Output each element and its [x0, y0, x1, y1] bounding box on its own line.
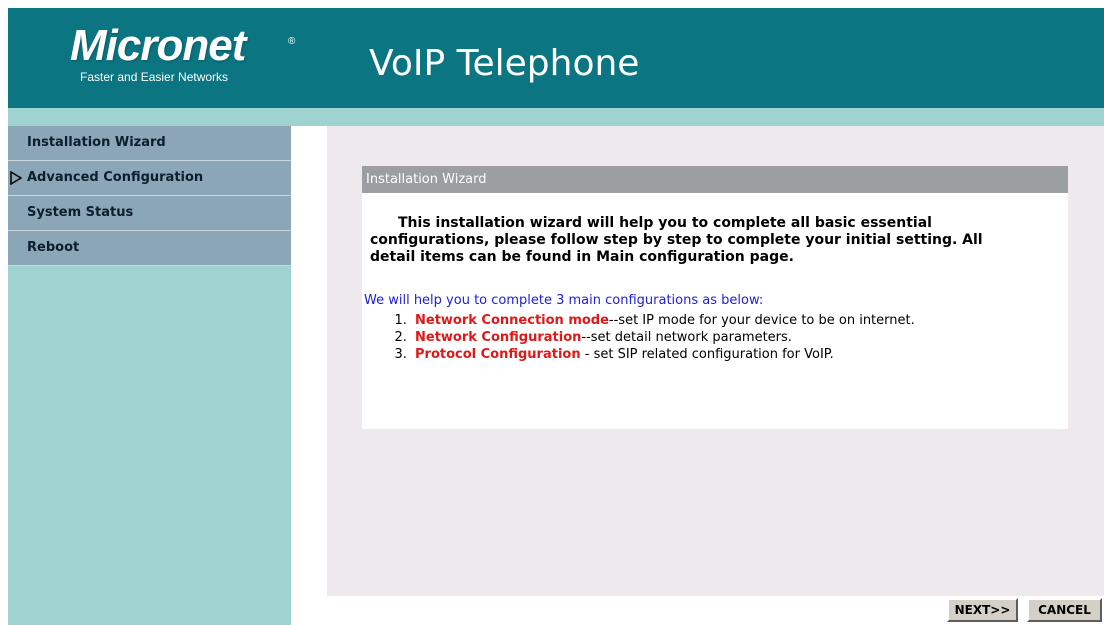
sidebar-item-installation-wizard[interactable]: Installation Wizard — [8, 126, 291, 161]
logo-registered-mark: ® — [288, 36, 296, 47]
step-name: Network Configuration — [415, 330, 582, 345]
list-item: Network Connection mode--set IP mode for… — [411, 312, 1068, 329]
step-description: --set detail network parameters. — [581, 330, 792, 345]
app-title: VoIP Telephone — [369, 43, 640, 84]
wizard-subheading: We will help you to complete 3 main conf… — [364, 293, 764, 308]
sidebar-item-label: Installation Wizard — [27, 135, 166, 150]
sidebar-item-label: Reboot — [27, 240, 80, 255]
sidebar-item-reboot[interactable]: Reboot — [8, 231, 291, 266]
header-banner: Micronet ® Faster and Easier Networks Vo… — [8, 8, 1104, 108]
sidebar-item-label: Advanced Configuration — [27, 170, 204, 185]
wizard-intro-text: This installation wizard will help you t… — [370, 215, 983, 265]
step-name: Protocol Configuration — [415, 347, 581, 362]
sidebar: Installation Wizard Advanced Configurati… — [8, 126, 291, 625]
sidebar-item-system-status[interactable]: System Status — [8, 196, 291, 231]
step-description: --set IP mode for your device to be on i… — [608, 313, 915, 328]
wizard-panel: Installation Wizard This installation wi… — [362, 166, 1068, 429]
sidebar-item-advanced-configuration[interactable]: Advanced Configuration — [8, 161, 291, 196]
sidebar-menu: Installation Wizard Advanced Configurati… — [8, 126, 291, 266]
next-button[interactable]: NEXT>> — [947, 598, 1018, 622]
list-item: Protocol Configuration - set SIP related… — [411, 346, 1068, 363]
step-description: - set SIP related configuration for VoIP… — [580, 347, 834, 362]
step-name: Network Connection mode — [415, 313, 609, 328]
panel-heading: Installation Wizard — [362, 166, 1068, 193]
micronet-logo: Micronet ® Faster and Easier Networks — [70, 21, 295, 85]
list-item: Network Configuration--set detail networ… — [411, 329, 1068, 346]
configuration-steps-list: Network Connection mode--set IP mode for… — [362, 312, 1068, 363]
logo-tagline: Faster and Easier Networks — [80, 70, 229, 84]
logo-wordmark: Micronet — [70, 21, 246, 70]
header-divider-band — [8, 108, 1104, 126]
sidebar-item-label: System Status — [27, 205, 134, 220]
cancel-button[interactable]: CANCEL — [1027, 598, 1102, 622]
triangle-right-icon — [10, 171, 22, 185]
